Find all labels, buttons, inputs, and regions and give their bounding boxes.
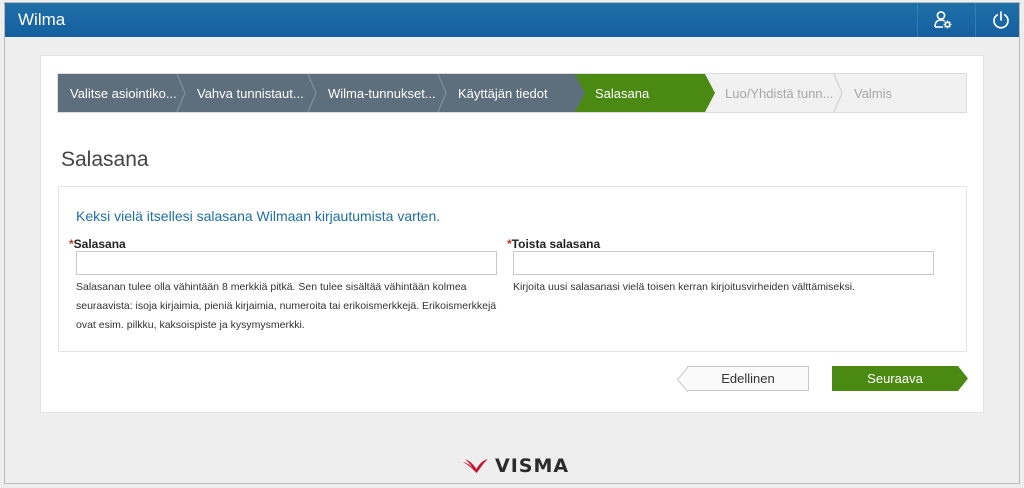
repeat-password-input[interactable] bbox=[513, 251, 934, 275]
wizard-steps: Valitse asiointiko... Vahva tunnistaut..… bbox=[57, 73, 967, 113]
previous-button-label: Edellinen bbox=[721, 371, 775, 386]
password-help: Salasanan tulee olla vähintään 8 merkkiä… bbox=[76, 278, 506, 335]
step-separator bbox=[307, 74, 317, 112]
step-kayttajan-tiedot[interactable]: Käyttäjän tiedot bbox=[446, 74, 575, 112]
step-valmis[interactable]: Valmis bbox=[842, 74, 966, 112]
repeat-password-help: Kirjoita uusi salasanasi vielä toisen ke… bbox=[513, 281, 855, 293]
password-input[interactable] bbox=[76, 251, 497, 275]
next-button[interactable]: Seuraava bbox=[832, 366, 968, 391]
logout-button[interactable] bbox=[975, 3, 1019, 37]
wizard-card: Valitse asiointiko... Vahva tunnistaut..… bbox=[40, 55, 984, 413]
step-valitse-asiointikieli[interactable]: Valitse asiointiko... bbox=[58, 74, 186, 112]
page-title: Salasana bbox=[61, 148, 149, 171]
visma-logo-mark-icon bbox=[463, 459, 488, 473]
chevron-left-icon bbox=[677, 367, 688, 392]
step-separator bbox=[176, 74, 186, 112]
step-wilma-tunnukset[interactable]: Wilma-tunnukset... bbox=[316, 74, 447, 112]
password-help-line: seuraavista: isoja kirjaimia, pieniä kir… bbox=[76, 300, 497, 312]
step-arrow-out bbox=[705, 74, 715, 112]
step-separator bbox=[437, 74, 447, 112]
form-intro: Keksi vielä itsellesi salasana Wilmaan k… bbox=[76, 208, 441, 224]
step-separator bbox=[833, 74, 843, 112]
chevron-right-icon bbox=[958, 366, 968, 391]
step-label: Salasana bbox=[595, 85, 650, 101]
step-arrow-in bbox=[575, 74, 585, 112]
app-title[interactable]: Wilma bbox=[18, 10, 65, 30]
user-settings-icon bbox=[933, 11, 951, 29]
power-icon bbox=[992, 11, 1009, 29]
app-frame: Wilma Valitse asiointiko... Vahva tunnis… bbox=[4, 2, 1020, 484]
user-settings-button[interactable] bbox=[917, 3, 967, 37]
step-label: Käyttäjän tiedot bbox=[458, 85, 548, 101]
visma-logo: VISMA bbox=[463, 455, 569, 477]
repeat-password-label-text: Toista salasana bbox=[511, 237, 601, 251]
visma-wordmark: VISMA bbox=[495, 455, 570, 477]
step-label: Valmis bbox=[854, 85, 893, 101]
step-label: Wilma-tunnukset... bbox=[328, 85, 436, 101]
password-label-text: Salasana bbox=[73, 237, 126, 251]
password-help-line: Salasanan tulee olla vähintään 8 merkkiä… bbox=[76, 281, 467, 293]
top-bar: Wilma bbox=[5, 3, 1019, 37]
step-label: Valitse asiointiko... bbox=[70, 85, 177, 101]
previous-button[interactable]: Edellinen bbox=[677, 366, 809, 392]
next-button-label: Seuraava bbox=[867, 371, 923, 386]
password-form: Keksi vielä itsellesi salasana Wilmaan k… bbox=[58, 186, 967, 352]
repeat-password-label: *Toista salasana bbox=[507, 237, 600, 251]
password-help-line: ovat esim. pilkku, kaksoispiste ja kysym… bbox=[76, 319, 305, 331]
step-luo-yhdista-tunnus[interactable]: Luo/Yhdistä tunn... bbox=[705, 74, 843, 112]
step-label: Luo/Yhdistä tunn... bbox=[725, 85, 834, 101]
password-label: *Salasana bbox=[69, 237, 126, 251]
step-label: Vahva tunnistaut... bbox=[197, 85, 304, 101]
step-salasana[interactable]: Salasana bbox=[575, 74, 715, 112]
step-vahva-tunnistautuminen[interactable]: Vahva tunnistaut... bbox=[185, 74, 317, 112]
